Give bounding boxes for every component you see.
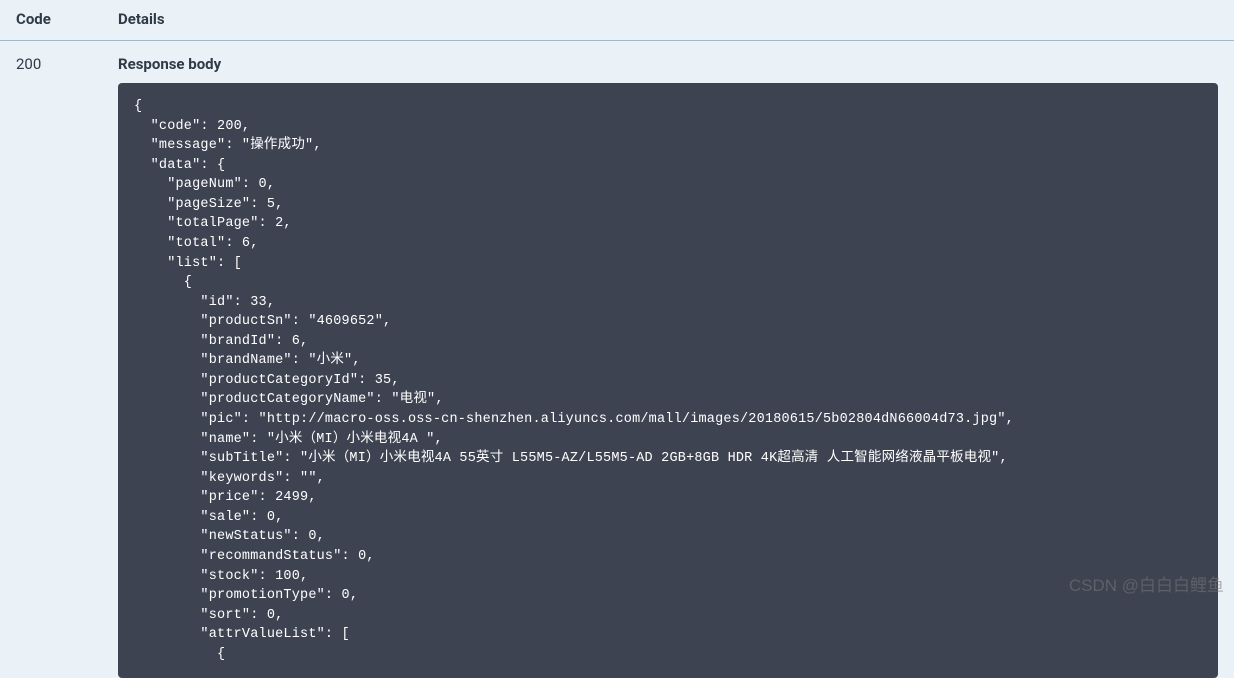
- details-column-header: Details: [118, 10, 1234, 28]
- details-cell: Response body { "code": 200, "message": …: [118, 53, 1234, 678]
- response-row: 200 Response body { "code": 200, "messag…: [0, 41, 1234, 678]
- table-header-row: Code Details: [0, 0, 1234, 41]
- code-column-header: Code: [0, 10, 118, 28]
- response-body-code[interactable]: { "code": 200, "message": "操作成功", "data"…: [118, 83, 1218, 678]
- response-body-label: Response body: [118, 55, 1218, 73]
- status-code-cell: 200: [0, 53, 118, 678]
- response-table: Code Details 200 Response body { "code":…: [0, 0, 1234, 678]
